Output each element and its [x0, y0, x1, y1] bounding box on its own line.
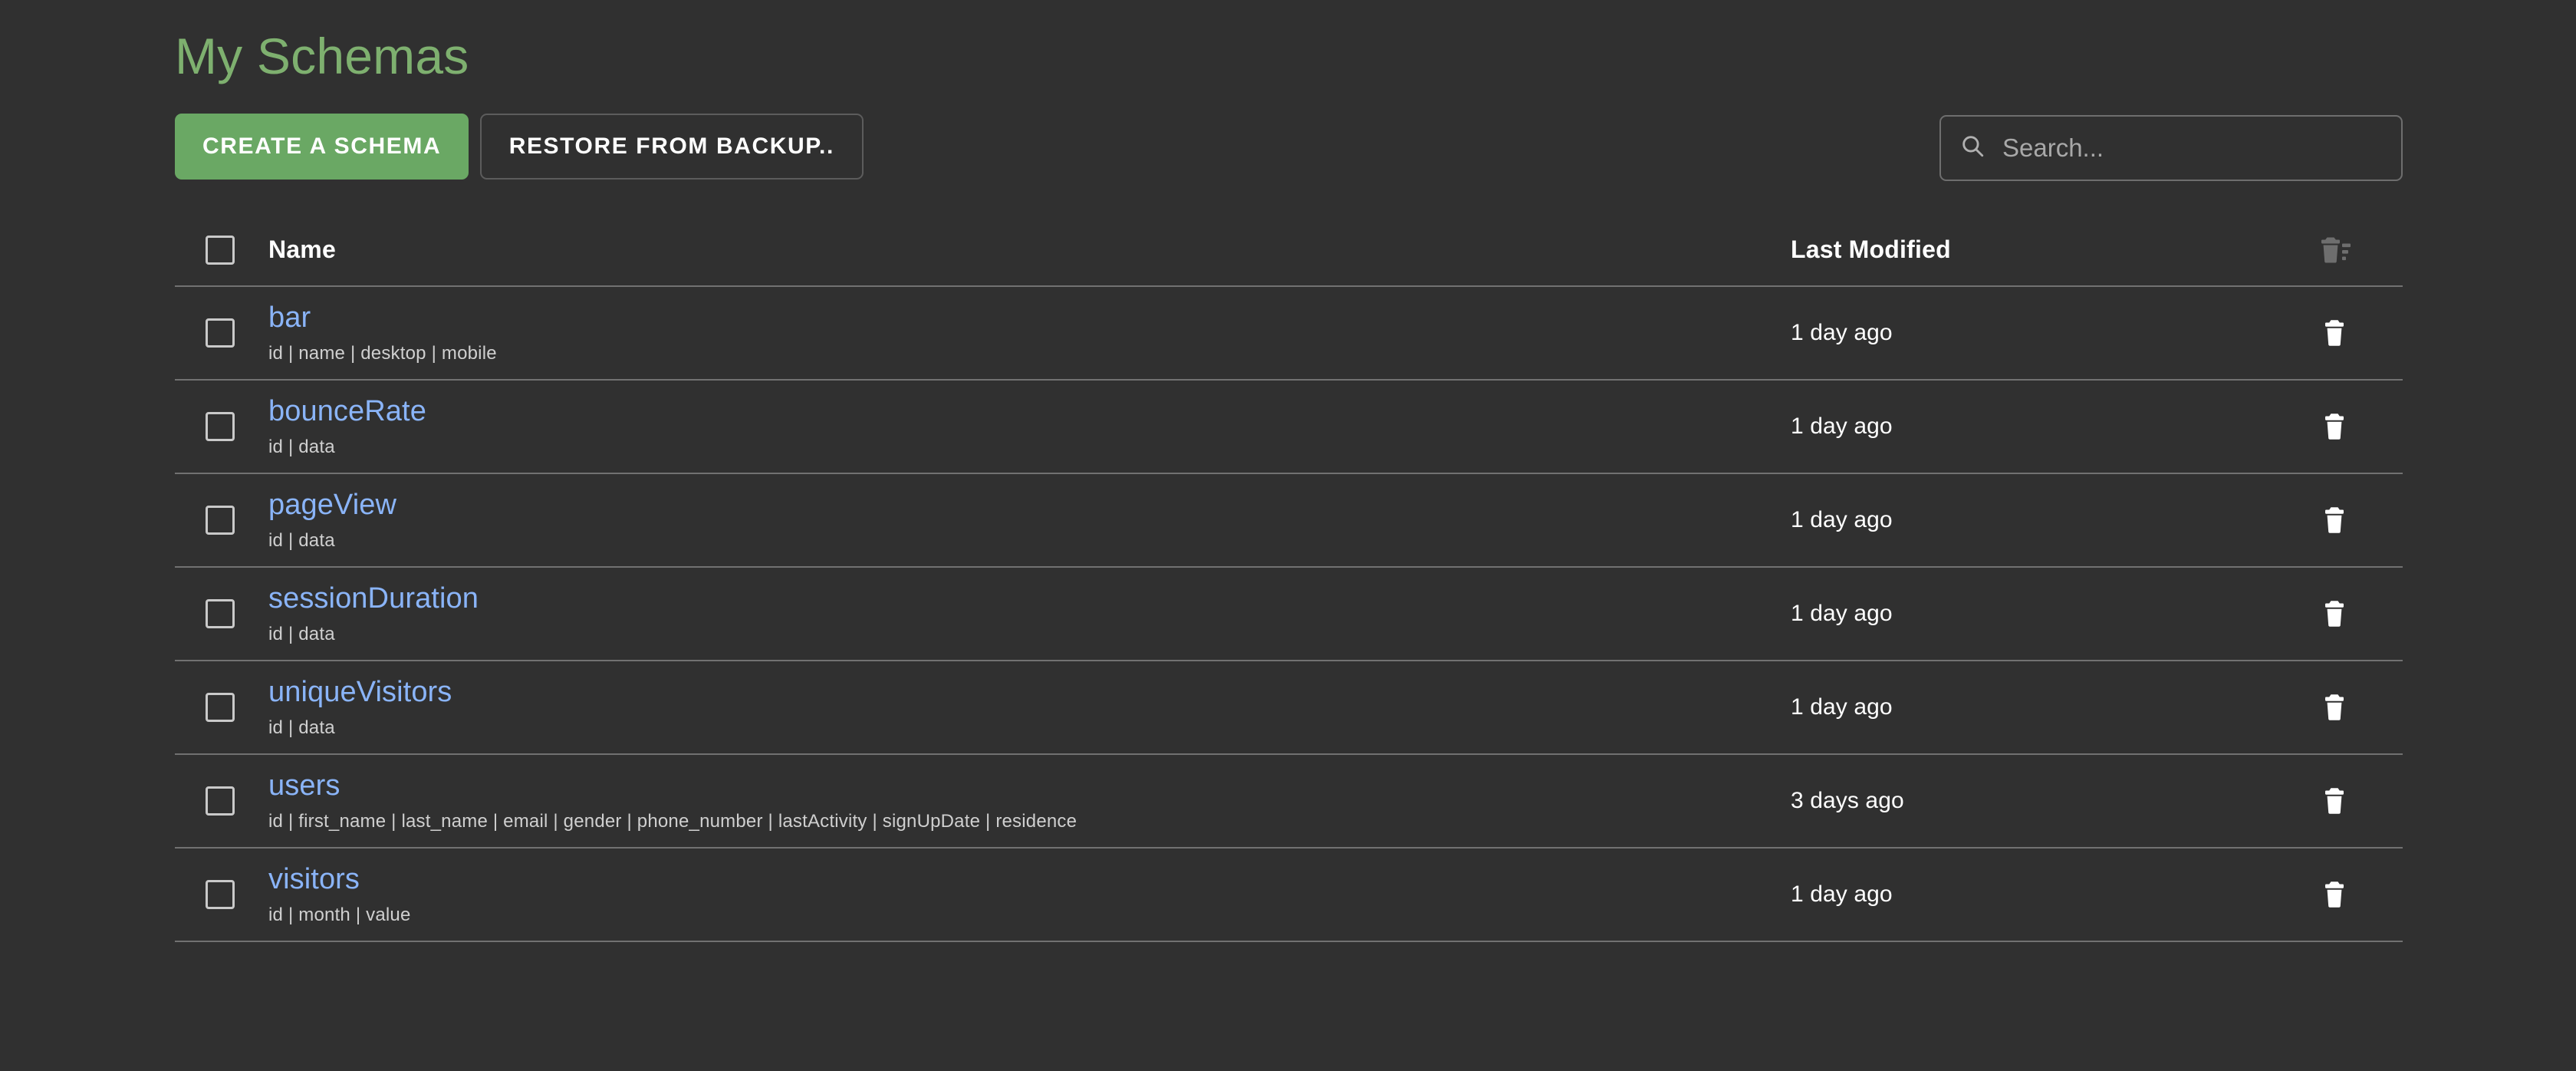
schema-name-link[interactable]: bar — [268, 302, 311, 335]
row-checkbox[interactable] — [206, 786, 235, 816]
row-name-cell: users id | first_name | last_name | emai… — [265, 769, 1791, 832]
row-name-cell: uniqueVisitors id | data — [265, 676, 1791, 738]
column-header-last-modified: Last Modified — [1791, 236, 1951, 263]
row-name-cell: visitors id | month | value — [265, 863, 1791, 925]
row-name-cell: bar id | name | desktop | mobile — [265, 302, 1791, 364]
table-row[interactable]: bar id | name | desktop | mobile 1 day a… — [175, 287, 2403, 381]
row-last-modified: 1 day ago — [1791, 319, 1893, 345]
schemas-table: Name Last Modified bar id | name | deskt… — [175, 215, 2403, 942]
schema-fields-text: id | name | desktop | mobile — [268, 342, 497, 364]
table-body: bar id | name | desktop | mobile 1 day a… — [175, 287, 2403, 942]
schema-fields-text: id | data — [268, 717, 335, 738]
row-action-cell — [2266, 600, 2403, 628]
restore-from-backup-button[interactable]: RESTORE FROM BACKUP.. — [479, 113, 864, 180]
row-action-cell — [2266, 881, 2403, 908]
row-select-cell — [175, 692, 265, 722]
row-select-cell — [175, 411, 265, 441]
row-name-cell: sessionDuration id | data — [265, 582, 1791, 644]
table-row[interactable]: bounceRate id | data 1 day ago — [175, 381, 2403, 474]
action-toolbar: CREATE A SCHEMA RESTORE FROM BACKUP.. — [175, 113, 2403, 181]
trash-icon — [2322, 600, 2347, 628]
table-row[interactable]: sessionDuration id | data 1 day ago — [175, 568, 2403, 661]
delete-sweep-icon — [2318, 236, 2351, 264]
row-checkbox[interactable] — [206, 598, 235, 628]
row-checkbox[interactable] — [206, 318, 235, 348]
schema-fields-text: id | data — [268, 436, 335, 457]
search-icon — [1959, 133, 1985, 163]
trash-icon — [2322, 413, 2347, 440]
schema-name-link[interactable]: bounceRate — [268, 395, 426, 429]
trash-icon — [2322, 506, 2347, 534]
column-header-name: Name — [268, 236, 336, 263]
search-input[interactable] — [2002, 133, 2383, 163]
row-action-cell — [2266, 694, 2403, 721]
row-checkbox[interactable] — [206, 505, 235, 535]
delete-row-button[interactable] — [2322, 787, 2347, 815]
select-all-checkbox[interactable] — [206, 235, 235, 265]
row-checkbox[interactable] — [206, 411, 235, 441]
trash-icon — [2322, 319, 2347, 347]
table-row[interactable]: users id | first_name | last_name | emai… — [175, 755, 2403, 849]
search-box[interactable] — [1939, 114, 2403, 181]
schema-name-link[interactable]: users — [268, 769, 340, 803]
row-select-cell — [175, 318, 265, 348]
column-header-actions-cell — [2266, 236, 2403, 264]
row-name-cell: pageView id | data — [265, 489, 1791, 551]
row-last-modified: 1 day ago — [1791, 600, 1893, 626]
select-all-cell — [175, 235, 265, 265]
row-select-cell — [175, 598, 265, 628]
row-name-cell: bounceRate id | data — [265, 395, 1791, 457]
trash-icon — [2322, 787, 2347, 815]
row-action-cell — [2266, 787, 2403, 815]
schema-name-link[interactable]: visitors — [268, 863, 360, 897]
delete-row-button[interactable] — [2322, 319, 2347, 347]
row-select-cell — [175, 786, 265, 816]
table-row[interactable]: uniqueVisitors id | data 1 day ago — [175, 661, 2403, 755]
row-checkbox[interactable] — [206, 692, 235, 722]
row-last-modified: 1 day ago — [1791, 506, 1893, 532]
row-last-modified: 3 days ago — [1791, 787, 1904, 813]
content-container: My Schemas CREATE A SCHEMA RESTORE FROM … — [175, 0, 2403, 942]
page-title: My Schemas — [175, 28, 469, 84]
delete-row-button[interactable] — [2322, 506, 2347, 534]
schema-fields-text: id | data — [268, 623, 335, 644]
trash-icon — [2322, 694, 2347, 721]
delete-row-button[interactable] — [2322, 694, 2347, 721]
schema-fields-text: id | first_name | last_name | email | ge… — [268, 810, 1077, 832]
schema-name-link[interactable]: pageView — [268, 489, 396, 522]
row-select-cell — [175, 879, 265, 909]
column-header-last-modified-cell: Last Modified — [1791, 236, 2266, 264]
row-last-modified: 1 day ago — [1791, 881, 1893, 907]
row-select-cell — [175, 505, 265, 535]
row-action-cell — [2266, 413, 2403, 440]
schema-name-link[interactable]: uniqueVisitors — [268, 676, 452, 710]
table-row[interactable]: pageView id | data 1 day ago — [175, 474, 2403, 568]
create-a-schema-button[interactable]: CREATE A SCHEMA — [175, 113, 469, 180]
table-row[interactable]: visitors id | month | value 1 day ago — [175, 849, 2403, 942]
table-header-row: Name Last Modified — [175, 215, 2403, 287]
schema-fields-text: id | data — [268, 529, 335, 551]
trash-icon — [2322, 881, 2347, 908]
page-root: My Schemas CREATE A SCHEMA RESTORE FROM … — [0, 0, 2576, 1071]
row-checkbox[interactable] — [206, 879, 235, 909]
row-action-cell — [2266, 319, 2403, 347]
delete-row-button[interactable] — [2322, 600, 2347, 628]
column-header-name-cell: Name — [265, 236, 1791, 264]
schema-fields-text: id | month | value — [268, 904, 411, 925]
row-last-modified: 1 day ago — [1791, 694, 1893, 720]
delete-row-button[interactable] — [2322, 881, 2347, 908]
delete-row-button[interactable] — [2322, 413, 2347, 440]
row-last-modified: 1 day ago — [1791, 413, 1893, 439]
row-action-cell — [2266, 506, 2403, 534]
schema-name-link[interactable]: sessionDuration — [268, 582, 479, 616]
delete-selected-button[interactable] — [2318, 236, 2351, 264]
